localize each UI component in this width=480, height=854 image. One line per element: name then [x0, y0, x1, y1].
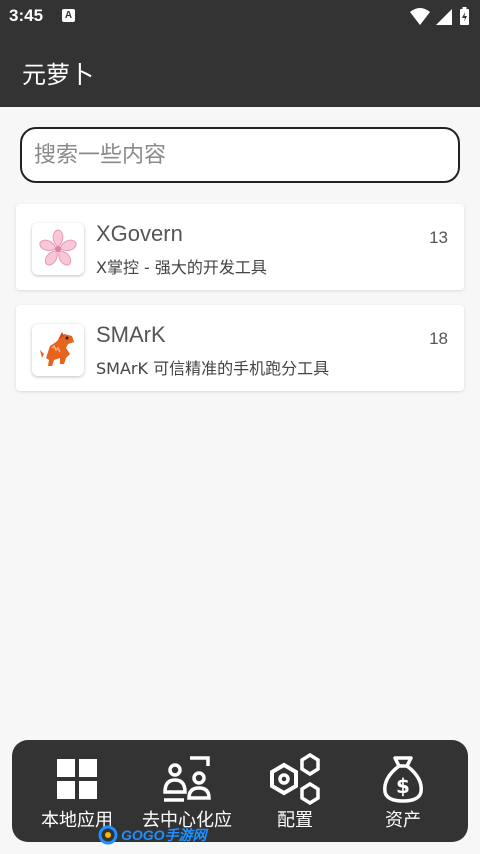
search-box[interactable]: [20, 127, 460, 183]
status-time: 3:45: [9, 6, 44, 25]
sakura-icon: [39, 229, 77, 266]
notification-badge: A: [62, 9, 75, 22]
battery-icon: [460, 7, 469, 25]
decentralized-scan-icon: [130, 754, 244, 804]
app-count: 13: [429, 228, 448, 247]
app-description: X掌控 - 强大的开发工具: [96, 258, 267, 277]
app-icon: [32, 223, 84, 275]
hex-nut-icon: [238, 753, 352, 805]
watermark-text: GOGO手游网: [121, 827, 207, 843]
wifi-icon: [410, 8, 430, 25]
bottom-nav: 本地应用 去中心化应 配置 $ 资产: [12, 740, 468, 842]
status-bar: 3:45 A: [0, 0, 480, 34]
status-icons: [410, 7, 472, 27]
nav-item-assets[interactable]: $ 资产: [346, 740, 460, 842]
nav-item-config[interactable]: 配置: [238, 740, 352, 842]
app-name: XGovern: [96, 221, 183, 246]
money-bag-icon: $: [346, 754, 460, 804]
grid-icon: [20, 754, 134, 804]
app-name: SMArK: [96, 322, 166, 347]
gogo-logo-icon: [98, 825, 118, 845]
app-count: 18: [429, 329, 448, 348]
app-header: 3:45 A 元萝卜: [0, 0, 480, 107]
signal-icon: [436, 9, 452, 25]
watermark: GOGO手游网: [98, 823, 207, 847]
svg-text:$: $: [396, 774, 410, 798]
app-card-smark[interactable]: SMArK SMArK 可信精准的手机跑分工具 18: [16, 305, 464, 391]
search-input[interactable]: [22, 129, 458, 181]
dinosaur-icon: [40, 332, 74, 366]
nav-label: 资产: [385, 810, 421, 831]
app-title: 元萝卜: [22, 61, 94, 89]
app-card-xgovern[interactable]: XGovern X掌控 - 强大的开发工具 13: [16, 204, 464, 290]
app-description: SMArK 可信精准的手机跑分工具: [96, 359, 330, 378]
app-icon: [32, 324, 84, 376]
